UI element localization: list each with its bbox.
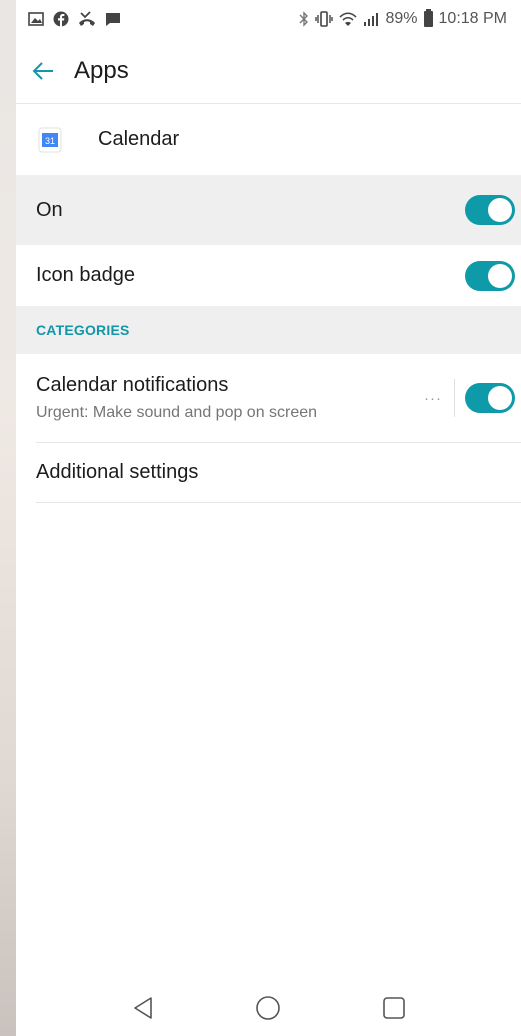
more-options-icon[interactable]: ··· xyxy=(424,390,442,407)
system-status: 89% 10:18 PM xyxy=(299,9,507,28)
app-header: 31 Calendar xyxy=(16,104,521,175)
app-name: Calendar xyxy=(98,128,180,150)
on-row[interactable]: On xyxy=(16,175,521,245)
battery-percent: 89% xyxy=(385,10,418,27)
wifi-icon xyxy=(339,11,358,27)
chat-icon xyxy=(105,12,121,27)
calendar-app-icon: 31 xyxy=(38,127,62,153)
status-bar: 89% 10:18 PM xyxy=(16,0,521,38)
image-icon xyxy=(28,12,44,26)
icon-badge-switch[interactable] xyxy=(465,260,515,291)
notification-text: Calendar notifications Urgent: Make soun… xyxy=(36,374,317,422)
recents-icon[interactable] xyxy=(374,988,414,1028)
switch-knob xyxy=(488,386,512,410)
missed-call-icon xyxy=(78,11,96,27)
notification-subtitle: Urgent: Make sound and pop on screen xyxy=(36,404,318,421)
app-bar: Apps xyxy=(16,38,521,104)
calendar-notifications-row[interactable]: Calendar notifications Urgent: Make soun… xyxy=(16,354,521,442)
facebook-icon xyxy=(53,11,69,27)
on-label: On xyxy=(36,198,63,221)
notification-controls: ··· xyxy=(424,379,515,417)
switch-knob xyxy=(488,198,512,222)
categories-header: CATEGORIES xyxy=(16,306,521,354)
switch-knob xyxy=(488,263,512,288)
page-title: Apps xyxy=(74,56,129,84)
app-screen: 89% 10:18 PM Apps 31 Calendar On Icon ba… xyxy=(16,0,521,1036)
navigation-bar xyxy=(16,980,521,1036)
notification-icons xyxy=(28,11,121,27)
clock: 10:18 PM xyxy=(438,10,507,27)
vibrate-icon xyxy=(315,11,334,27)
bluetooth-icon xyxy=(299,11,309,27)
vertical-divider xyxy=(454,379,455,417)
battery-icon xyxy=(423,9,433,27)
home-icon[interactable] xyxy=(248,988,288,1028)
on-switch[interactable] xyxy=(465,195,515,225)
calendar-notifications-switch[interactable] xyxy=(465,383,515,413)
back-icon[interactable] xyxy=(123,988,163,1028)
icon-badge-row[interactable]: Icon badge xyxy=(16,245,521,306)
signal-icon xyxy=(363,12,379,27)
icon-badge-label: Icon badge xyxy=(36,264,135,286)
notification-title: Calendar notifications xyxy=(36,374,229,396)
additional-settings-row[interactable]: Additional settings xyxy=(16,443,521,502)
background-edge xyxy=(0,0,16,1036)
svg-text:31: 31 xyxy=(45,136,55,146)
back-arrow-icon[interactable] xyxy=(32,57,60,85)
divider xyxy=(36,502,521,503)
